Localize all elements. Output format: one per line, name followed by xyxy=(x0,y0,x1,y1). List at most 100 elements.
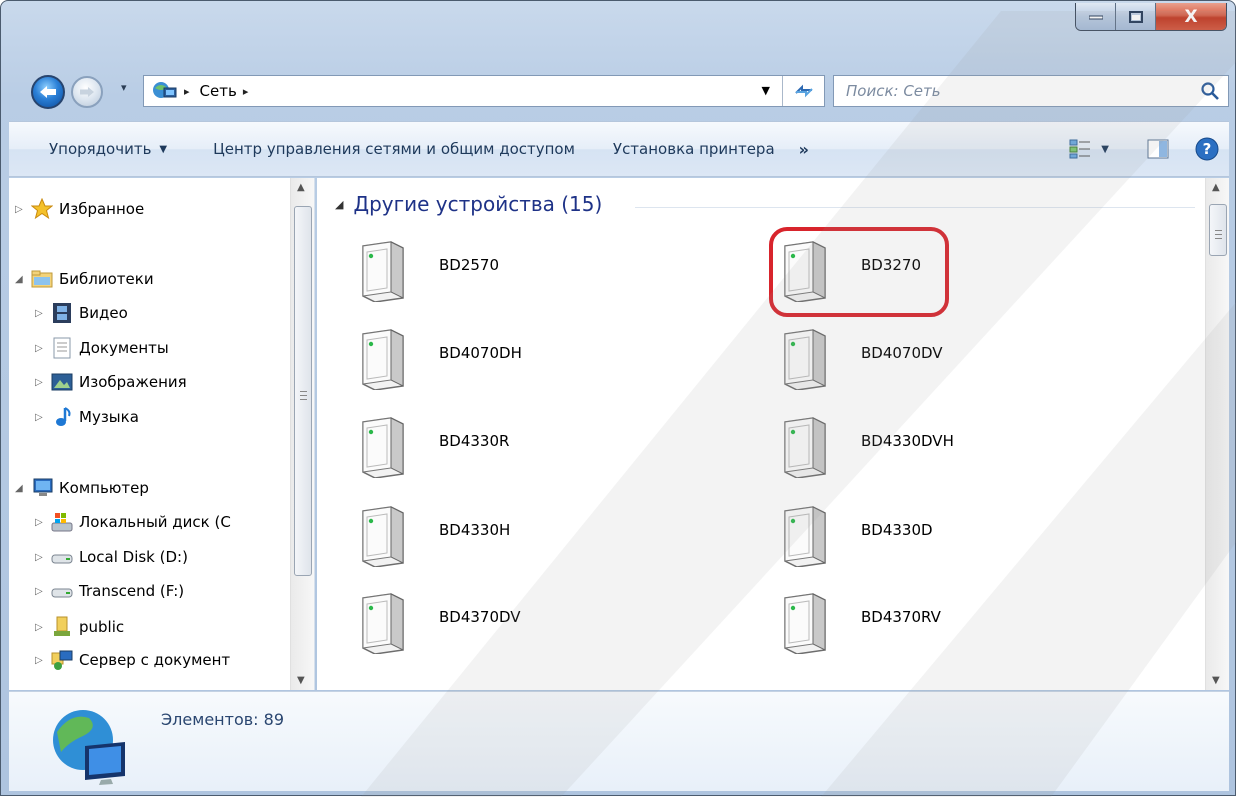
organize-button[interactable]: Упорядочить ▼ xyxy=(9,129,179,169)
device-item[interactable]: BD4330H xyxy=(355,505,655,575)
library-folder-icon xyxy=(31,270,53,288)
device-label: BD4330D xyxy=(861,521,933,539)
search-box xyxy=(833,75,1229,107)
back-arrow-icon xyxy=(40,86,56,98)
tree-item-local-disk-d[interactable]: ▷ Local Disk (D:) xyxy=(35,542,188,572)
explorer-window: X ▾ ▸ Сеть ▸ ▼ Поиск: Сеть Упорядочить ▼… xyxy=(0,0,1236,797)
group-header[interactable]: ◢ Другие устройства (15) xyxy=(335,192,602,216)
forward-button[interactable] xyxy=(71,76,103,108)
close-button[interactable]: X xyxy=(1156,3,1226,30)
close-icon: X xyxy=(1184,6,1198,27)
device-item[interactable]: BD4070DV xyxy=(777,328,1077,398)
scroll-up-icon[interactable]: ▲ xyxy=(1212,182,1220,193)
minimize-button[interactable] xyxy=(1076,3,1116,30)
tree-item-music[interactable]: ▷ Музыка xyxy=(35,402,139,432)
group-title: Другие устройства (15) xyxy=(353,192,603,216)
removable-drive-icon xyxy=(51,588,73,598)
scroll-down-icon[interactable]: ▼ xyxy=(1212,675,1220,686)
item-count: Элементов: 89 xyxy=(161,710,284,729)
tree-item-pictures[interactable]: ▷ Изображения xyxy=(35,367,187,397)
tree-item-public[interactable]: ▷ public xyxy=(35,612,124,642)
tree-label: Сервер с документ xyxy=(79,651,231,669)
network-device-icon xyxy=(784,329,826,390)
chevron-down-icon: ▼ xyxy=(159,143,168,155)
history-dropdown[interactable]: ▾ xyxy=(121,81,135,101)
navigation-pane: ▷ Избранное ◢ Библиотеки ▷ Видео ▷ Докум… xyxy=(9,178,315,690)
device-item[interactable]: BD4370RV xyxy=(777,592,1077,662)
network-icon xyxy=(153,82,177,98)
device-item[interactable]: BD4370DV xyxy=(355,592,655,662)
device-label: BD4070DH xyxy=(439,344,522,362)
help-icon[interactable]: ? xyxy=(1195,137,1219,161)
device-item[interactable]: BD4330D xyxy=(777,505,1077,575)
content-scrollbar[interactable]: ▲ ▼ xyxy=(1205,178,1229,690)
tree-label: Изображения xyxy=(79,373,187,391)
star-icon xyxy=(31,198,53,220)
breadcrumb-separator[interactable]: ▸ xyxy=(243,85,249,98)
tree-item-local-disk-c[interactable]: ▷ Локальный диск (C xyxy=(35,507,231,537)
document-icon xyxy=(53,337,71,359)
collapse-arrow-icon[interactable]: ◢ xyxy=(15,483,29,494)
maximize-button[interactable] xyxy=(1116,3,1156,30)
tree-item-transcend[interactable]: ▷ Transcend (F:) xyxy=(35,576,184,606)
network-device-icon xyxy=(784,506,826,567)
minimize-icon xyxy=(1088,15,1103,19)
expand-arrow-icon[interactable]: ▷ xyxy=(35,586,49,597)
address-dropdown-icon[interactable]: ▼ xyxy=(762,84,770,97)
scroll-down-icon[interactable]: ▼ xyxy=(297,675,305,686)
collapse-arrow-icon[interactable]: ◢ xyxy=(335,198,343,211)
expand-arrow-icon[interactable]: ▷ xyxy=(35,622,49,633)
view-icon xyxy=(1069,139,1091,159)
tree-item-video[interactable]: ▷ Видео xyxy=(35,298,128,328)
expand-arrow-icon[interactable]: ▷ xyxy=(35,517,49,528)
nav-scroll-thumb[interactable] xyxy=(294,206,312,576)
device-item[interactable]: BD4070DH xyxy=(355,328,655,398)
back-button[interactable] xyxy=(31,75,65,109)
add-printer-label: Установка принтера xyxy=(612,140,775,158)
expand-arrow-icon[interactable]: ▷ xyxy=(35,377,49,388)
tree-item-documents[interactable]: ▷ Документы xyxy=(35,333,169,363)
forward-arrow-icon xyxy=(80,87,94,97)
expand-arrow-icon[interactable]: ▷ xyxy=(35,308,49,319)
network-device-icon xyxy=(362,506,404,567)
expand-arrow-icon[interactable]: ▷ xyxy=(15,204,29,215)
device-label: BD4330R xyxy=(439,432,510,450)
device-label: BD4370DV xyxy=(439,608,521,626)
search-input[interactable] xyxy=(844,77,1184,105)
computer-icon xyxy=(33,478,53,496)
maximize-icon xyxy=(1128,10,1143,23)
device-item[interactable]: BD2570 xyxy=(355,240,655,310)
address-bar[interactable]: ▸ Сеть ▸ ▼ xyxy=(143,75,825,107)
device-label: BD4330DVH xyxy=(861,432,954,450)
device-item[interactable]: BD4330R xyxy=(355,416,655,486)
tree-item-computer[interactable]: ◢ Компьютер xyxy=(15,473,149,503)
view-options-button[interactable]: ▼ xyxy=(1069,139,1109,159)
more-label: » xyxy=(798,139,809,159)
network-center-button[interactable]: Центр управления сетями и общим доступом xyxy=(201,129,587,169)
tree-item-libraries[interactable]: ◢ Библиотеки xyxy=(15,264,154,294)
add-printer-button[interactable]: Установка принтера xyxy=(601,129,787,169)
more-commands-button[interactable]: » xyxy=(787,129,821,169)
expand-arrow-icon[interactable]: ▷ xyxy=(35,552,49,563)
nav-scrollbar[interactable]: ▲ ▼ xyxy=(290,178,314,690)
network-device-icon xyxy=(362,593,404,654)
expand-arrow-icon[interactable]: ▷ xyxy=(35,412,49,423)
expand-arrow-icon[interactable]: ▷ xyxy=(35,655,49,666)
preview-pane-icon[interactable] xyxy=(1147,139,1169,159)
breadcrumb-network[interactable]: Сеть xyxy=(200,82,237,100)
search-icon[interactable] xyxy=(1200,81,1220,101)
group-divider xyxy=(635,207,1195,208)
tree-label: Библиотеки xyxy=(59,270,154,288)
tree-label: Локальный диск (C xyxy=(79,513,231,531)
network-globe-icon xyxy=(53,710,125,785)
expand-arrow-icon[interactable]: ▷ xyxy=(35,343,49,354)
breadcrumb-separator[interactable]: ▸ xyxy=(184,85,190,98)
content-scroll-thumb[interactable] xyxy=(1209,204,1227,256)
tree-item-favorites[interactable]: ▷ Избранное xyxy=(15,194,144,224)
device-item[interactable]: BD4330DVH xyxy=(777,416,1077,486)
scroll-up-icon[interactable]: ▲ xyxy=(297,182,305,193)
device-label: BD4330H xyxy=(439,521,511,539)
refresh-button[interactable] xyxy=(782,76,824,106)
tree-item-server[interactable]: ▷ Сервер с документ xyxy=(35,645,230,675)
collapse-arrow-icon[interactable]: ◢ xyxy=(15,274,29,285)
